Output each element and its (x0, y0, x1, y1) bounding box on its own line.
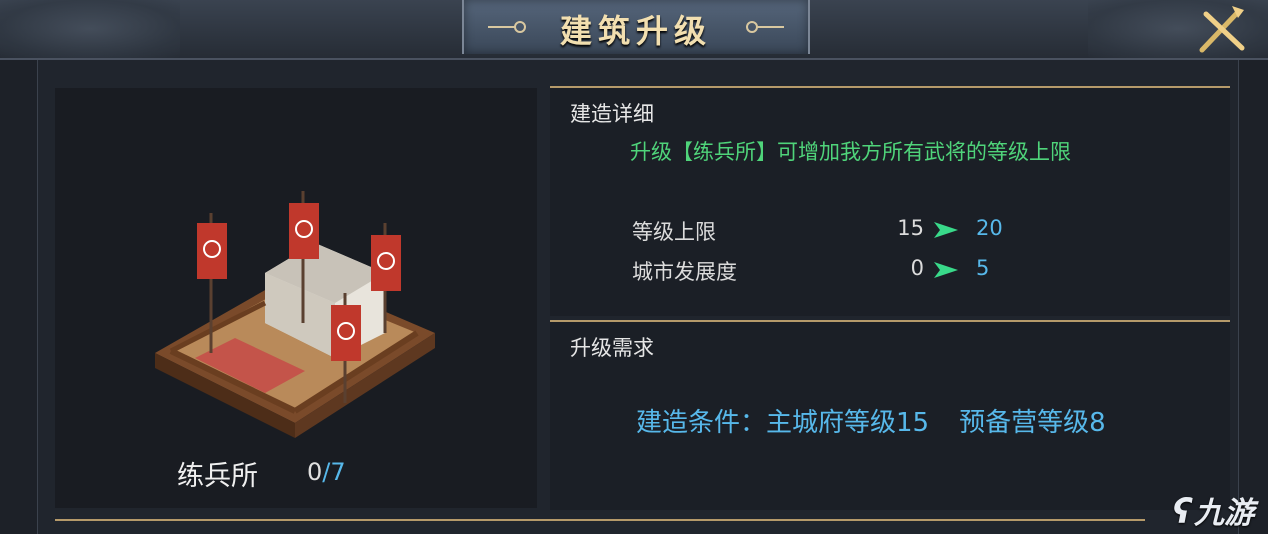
detail-title: 建造详细 (570, 102, 654, 126)
condition-main-city-level: 主城府等级15 (766, 408, 930, 438)
building-count-max: /7 (322, 458, 346, 486)
arrow-right-icon (934, 262, 958, 278)
watermark-text: 九游 (1194, 496, 1254, 531)
cloud-ornament-left (0, 0, 180, 58)
build-detail-panel: 建造详细 升级【练兵所】可增加我方所有武将的等级上限 等级上限 15 20 城市… (550, 86, 1230, 316)
building-count: 0/7 (307, 458, 346, 486)
stat-label: 城市发展度 (632, 260, 737, 284)
close-icon[interactable] (1192, 2, 1250, 58)
building-preview-panel: 练兵所 0/7 (55, 88, 537, 508)
stat-row-level-cap: 等级上限 15 20 (632, 216, 1032, 246)
jiuyou-watermark: ʕ九游 (1173, 488, 1254, 532)
condition-reserve-camp-level: 预备营等级8 (959, 408, 1106, 438)
build-conditions-label-and-first: 建造条件：主城府等级15 (636, 408, 959, 438)
title-deco-right-icon (746, 21, 784, 33)
header-bar: 建筑升级 (0, 0, 1268, 60)
stat-current: 15 (897, 216, 924, 240)
title-plate: 建筑升级 (462, 0, 810, 54)
stat-next: 20 (976, 216, 1003, 240)
building-count-current: 0 (307, 458, 323, 486)
training-camp-building-icon (155, 191, 435, 438)
stat-row-city-development: 城市发展度 0 5 (632, 256, 1032, 286)
build-conditions: 建造条件：主城府等级15 预备营等级8 (636, 402, 1136, 439)
building-name: 练兵所 (177, 461, 258, 492)
stat-current: 0 (910, 256, 924, 280)
conditions-label: 建造条件： (636, 408, 767, 438)
jiuyou-logo-icon: ʕ (1172, 492, 1192, 532)
arrow-right-icon (934, 222, 958, 238)
stat-label: 等级上限 (632, 220, 716, 244)
upgrade-requirements-panel: 升级需求 建造条件：主城府等级15 预备营等级8 (550, 320, 1230, 510)
upgrade-description: 升级【练兵所】可增加我方所有武将的等级上限 (630, 140, 1071, 164)
stat-next: 5 (976, 256, 990, 280)
requirements-title: 升级需求 (570, 336, 654, 360)
bottom-divider (55, 519, 1145, 521)
